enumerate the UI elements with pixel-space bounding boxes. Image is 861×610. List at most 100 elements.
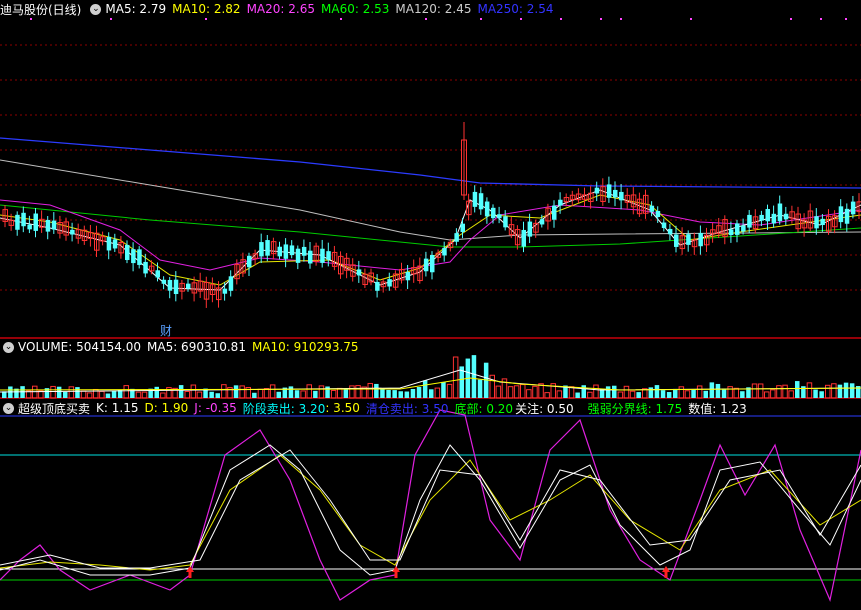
volume-bar	[520, 384, 526, 399]
volume-bar	[276, 391, 281, 398]
volume-bar	[380, 389, 385, 398]
candle-body	[698, 233, 703, 247]
k-line	[0, 444, 861, 576]
candle-body	[131, 249, 136, 264]
volume-bar	[648, 387, 654, 398]
volume-bar	[239, 385, 245, 399]
signal-dot	[845, 18, 847, 20]
price-panel-header: 迪马股份(日线) ⌄ MA5: 2.79 MA10: 2.82 MA20: 2.…	[0, 1, 560, 17]
volume-bar	[233, 385, 239, 398]
candle-body	[222, 288, 228, 294]
candle-body	[552, 205, 557, 220]
volume-bar	[75, 387, 80, 398]
volume-bar	[593, 384, 599, 399]
candle-body	[521, 229, 526, 247]
indicator-panel-header: ⌄ 超级顶底买卖 K: 1.15 D: 1.90 J: -0.35 阶段卖出: …	[0, 400, 753, 416]
volume-bar	[831, 383, 837, 399]
volume-bar	[330, 389, 337, 399]
candle-body	[33, 213, 38, 231]
candle-body	[838, 206, 844, 223]
volume-bar	[257, 388, 264, 399]
volume-bar	[441, 381, 446, 398]
candle-body	[375, 281, 380, 291]
candle-body	[442, 247, 447, 256]
volume-bar	[715, 383, 721, 398]
candle-body	[850, 201, 856, 215]
collapse-icon[interactable]: ⌄	[3, 341, 14, 353]
volume-bar	[80, 390, 87, 399]
candle-body	[661, 222, 667, 228]
ma250-line	[0, 137, 861, 189]
volume-bar	[673, 388, 678, 398]
volume-bar	[770, 389, 776, 399]
volume-bar	[740, 391, 745, 398]
candle-body	[301, 246, 307, 256]
volume-bar	[581, 385, 586, 398]
volume-bar	[68, 386, 75, 399]
volume-bar	[660, 390, 666, 398]
candle-body	[497, 214, 502, 219]
candle-body	[289, 245, 295, 256]
volume-bar	[696, 385, 703, 399]
d-line	[0, 454, 861, 571]
candle-body	[161, 279, 167, 284]
candle-body	[423, 258, 429, 272]
strength-line-readout: 强弱分界线: 1.75	[587, 401, 683, 416]
finance-marker[interactable]: 财	[160, 322, 172, 339]
volume-bar	[63, 391, 68, 398]
volume-bar	[99, 390, 105, 399]
candle-body	[783, 213, 789, 220]
volume-bar	[434, 387, 441, 399]
volume-bar	[636, 392, 641, 398]
volume-bar	[355, 385, 361, 399]
candle-body	[814, 216, 819, 229]
signal-dot	[620, 18, 622, 20]
volume-panel[interactable]	[0, 355, 861, 399]
ma120-line	[0, 159, 861, 241]
candle-body	[503, 216, 508, 228]
ma10-readout: MA10: 2.82	[172, 2, 241, 16]
volume-bar	[221, 384, 227, 399]
candle-body	[228, 276, 234, 291]
candle-body	[558, 199, 563, 206]
volume-bar	[684, 390, 691, 399]
candle-body	[613, 189, 618, 198]
volume-bar	[825, 384, 831, 399]
volume-bar	[416, 387, 422, 398]
volume-ma5-readout: MA5: 690310.81	[147, 340, 246, 354]
volume-bar	[721, 388, 727, 398]
candle-body	[820, 218, 825, 226]
volume-bar	[568, 386, 575, 399]
volume-bar	[318, 385, 325, 399]
volume-bar	[819, 391, 824, 398]
candle-body	[320, 248, 325, 263]
volume-bar	[386, 389, 391, 398]
indicator-panel[interactable]	[0, 409, 861, 602]
collapse-icon[interactable]: ⌄	[3, 402, 14, 414]
signal-dot	[690, 18, 692, 20]
candle-body	[173, 279, 179, 295]
volume-bar	[300, 390, 306, 399]
candle-body	[259, 242, 264, 257]
stage-sell-readout: 阶段卖出: 3.20	[242, 401, 326, 416]
signal-dot	[425, 18, 427, 20]
candle-body	[143, 261, 148, 274]
candle-body	[491, 207, 496, 219]
candle-body	[430, 254, 435, 273]
volume-bar	[733, 387, 739, 399]
candle-body	[619, 191, 624, 201]
volume-bar	[703, 390, 708, 398]
candle-body	[771, 213, 777, 224]
volume-bar	[313, 390, 318, 398]
volume-bar	[843, 382, 849, 398]
candle-body	[265, 240, 270, 256]
stock-chart[interactable]	[0, 0, 861, 610]
volume-bar	[471, 355, 477, 398]
volume-bar	[135, 391, 142, 399]
collapse-icon[interactable]: ⌄	[90, 3, 102, 15]
j-line	[0, 409, 861, 602]
candle-body	[356, 269, 362, 276]
buy-arrow-icon	[186, 566, 194, 578]
volume-bar	[795, 381, 800, 398]
ma60-readout: MA60: 2.53	[321, 2, 390, 16]
